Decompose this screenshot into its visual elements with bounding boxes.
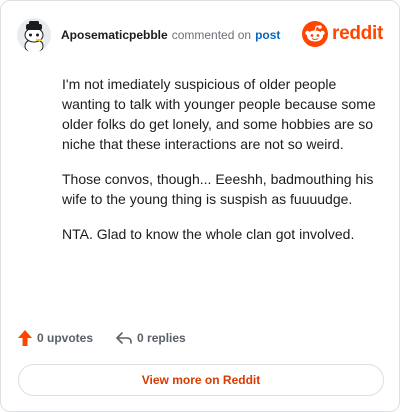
reply-button[interactable]: 0 replies <box>115 330 186 346</box>
reddit-wordmark: reddit <box>332 23 383 44</box>
comment-header: Aposematicpebble commented on post reddi… <box>17 15 383 55</box>
snoo-avatar-icon <box>17 18 51 52</box>
username[interactable]: Aposematicpebble <box>61 28 168 42</box>
reply-arrow-icon <box>116 332 132 344</box>
post-link[interactable]: post <box>255 28 280 42</box>
comment-actions: 0 upvotes 0 replies <box>17 329 186 347</box>
view-more-on-reddit-button[interactable]: View more on Reddit <box>18 364 384 396</box>
reddit-alien-icon <box>302 21 329 47</box>
reply-count: 0 replies <box>137 331 186 345</box>
upvote-button[interactable]: 0 upvotes <box>17 329 93 347</box>
comment-paragraph: Those convos, though... Eeeshh, badmouth… <box>62 171 374 207</box>
comment-meta: Aposematicpebble commented on post <box>61 28 280 42</box>
comment-body: I'm not imediately suspicious of older p… <box>62 74 380 259</box>
embedded-comment-card: Aposematicpebble commented on post reddi… <box>0 0 400 412</box>
comment-paragraph: NTA. Glad to know the whole clan got inv… <box>62 226 355 242</box>
upvote-arrow-icon <box>18 330 32 346</box>
user-avatar[interactable] <box>17 18 51 52</box>
comment-paragraph: I'm not imediately suspicious of older p… <box>62 76 376 152</box>
commented-on-text: commented on <box>171 28 252 42</box>
upvote-count: 0 upvotes <box>37 331 94 345</box>
reddit-logo[interactable]: reddit <box>302 21 383 47</box>
